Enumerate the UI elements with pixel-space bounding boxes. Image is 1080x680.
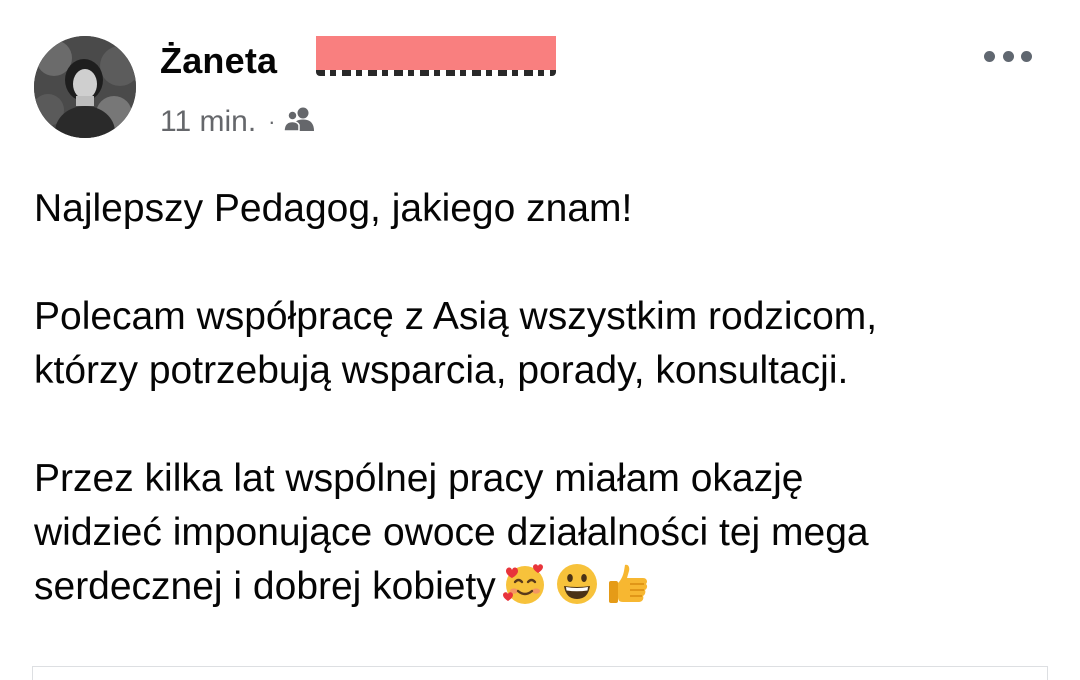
post-header: Żaneta 11 min. ·	[34, 36, 1046, 140]
post-paragraph-2: Polecam współpracę z Asią wszystkim rodz…	[34, 295, 878, 392]
grinning-face-icon	[554, 561, 600, 622]
smiling-face-with-hearts-icon	[502, 561, 548, 622]
post-paragraph-1: Najlepszy Pedagog, jakiego znam!	[34, 187, 633, 230]
post-paragraph-3-text: Przez kilka lat wspólnej pracy miałam ok…	[34, 457, 869, 608]
author-name[interactable]: Żaneta	[160, 40, 277, 82]
friends-icon[interactable]	[283, 106, 315, 140]
more-options-button[interactable]	[984, 46, 1032, 66]
redaction-residue	[316, 70, 556, 79]
thumbs-up-icon	[606, 561, 652, 622]
post-timestamp[interactable]: 11 min.	[160, 105, 256, 139]
link-preview-card[interactable]	[32, 666, 1048, 680]
feed-post: Żaneta 11 min. · Najlepszy Pedagog, jaki…	[0, 0, 1080, 680]
profile-photo-icon	[34, 36, 136, 138]
post-text: Najlepszy Pedagog, jakiego znam! Polecam…	[34, 182, 1054, 622]
name-redaction	[316, 36, 556, 70]
author-first-name: Żaneta	[160, 40, 278, 81]
post-paragraph-3: Przez kilka lat wspólnej pracy miałam ok…	[34, 452, 1054, 622]
post-meta: 11 min. ·	[160, 104, 315, 140]
more-horizontal-icon	[984, 50, 995, 62]
meta-separator: ·	[268, 109, 276, 134]
author-avatar[interactable]	[34, 36, 136, 138]
